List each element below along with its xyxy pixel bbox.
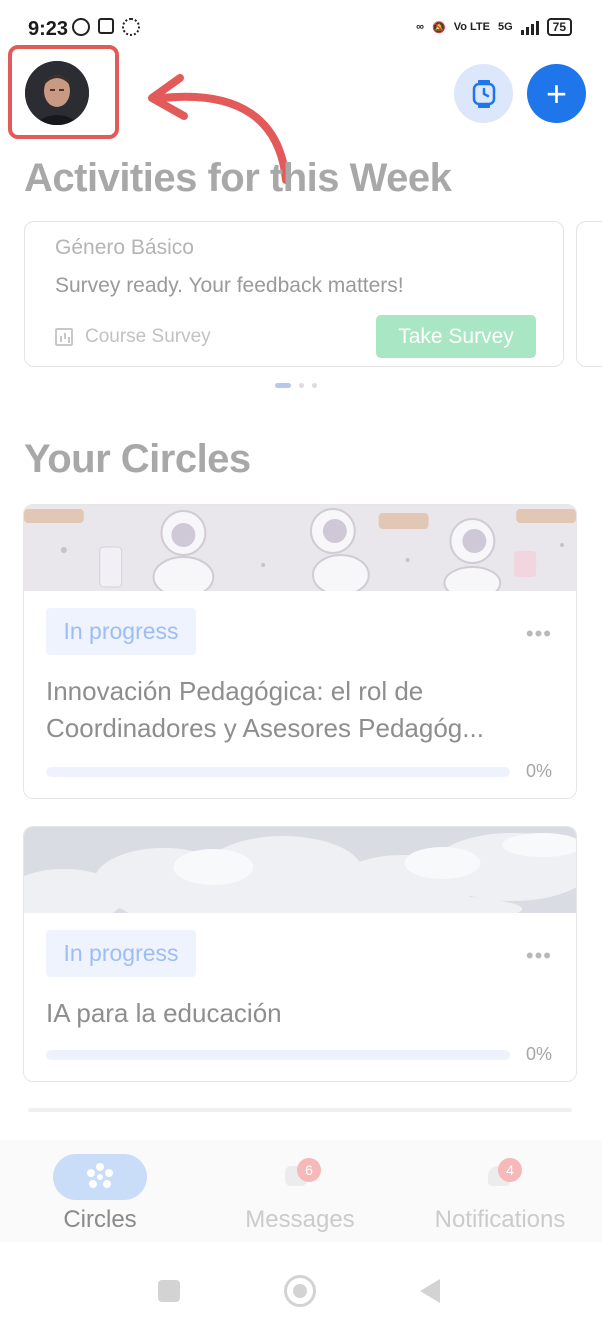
activity-type-label: Course Survey xyxy=(85,326,211,347)
activity-type: Course Survey xyxy=(55,326,211,348)
volte-label: Vo LTE xyxy=(453,21,490,33)
activities-title: Activities for this Week xyxy=(24,156,452,200)
stopwatch-icon xyxy=(472,79,495,108)
nav-label: Notifications xyxy=(434,1206,566,1233)
circles-icon xyxy=(87,1163,113,1188)
circle-card-peek xyxy=(28,1108,572,1112)
messages-badge: 6 xyxy=(297,1158,321,1182)
signal-icon xyxy=(520,19,539,35)
circle-banner-image xyxy=(24,505,576,591)
circle-banner-image xyxy=(24,827,576,913)
circles-title: Your Circles xyxy=(24,437,251,481)
activity-message: Survey ready. Your feedback matters! xyxy=(55,274,404,297)
pager-dot[interactable] xyxy=(275,383,291,388)
more-options-icon[interactable]: ••• xyxy=(526,943,552,969)
nav-circles[interactable]: Circles xyxy=(0,1140,200,1242)
home-button[interactable] xyxy=(284,1275,316,1307)
take-survey-button[interactable]: Take Survey xyxy=(376,315,536,358)
activity-card[interactable]: Género Básico Survey ready. Your feedbac… xyxy=(24,221,564,367)
link-icon: ∞ xyxy=(416,21,424,33)
progress-percent: 0% xyxy=(525,1044,552,1064)
activity-card-next[interactable] xyxy=(576,221,602,367)
battery-indicator: 75 xyxy=(546,18,572,36)
recents-button[interactable] xyxy=(158,1280,180,1302)
status-left-icons xyxy=(72,18,140,36)
nav-notifications[interactable]: 4 Notifications xyxy=(400,1140,600,1242)
profile-avatar[interactable] xyxy=(25,61,89,125)
circle-title: IA para la educación xyxy=(46,998,282,1028)
status-time: 9:23 xyxy=(28,18,69,40)
pager-dot[interactable] xyxy=(312,383,317,388)
circle-card[interactable]: In progress ••• IA para la educación 0% xyxy=(23,826,577,1082)
mi-icon xyxy=(98,18,114,34)
alarm-icon xyxy=(72,18,90,36)
settings-icon xyxy=(122,18,140,36)
chart-icon xyxy=(55,328,73,346)
pager-dot[interactable] xyxy=(299,383,304,388)
status-badge: In progress xyxy=(46,930,196,977)
circle-title: Innovación Pedagógica: el rol de Coordin… xyxy=(46,676,484,743)
nav-label: Messages xyxy=(245,1206,355,1233)
progress-percent: 0% xyxy=(525,761,552,781)
network-label: 5G xyxy=(497,21,513,33)
mute-icon: 🔕 xyxy=(431,21,446,34)
activity-course: Género Básico xyxy=(55,236,194,259)
carousel-pager xyxy=(275,383,317,388)
bottom-navigation: Circles 6 Messages 4 Notifications xyxy=(0,1140,602,1242)
more-options-icon[interactable]: ••• xyxy=(526,621,552,647)
timer-button[interactable] xyxy=(454,64,513,123)
nav-active-pill xyxy=(53,1154,147,1200)
progress-bar xyxy=(46,767,510,777)
status-badge: In progress xyxy=(46,608,196,655)
status-right-icons: ∞ 🔕 Vo LTE 5G 75 xyxy=(416,18,572,36)
add-button[interactable]: + xyxy=(527,64,586,123)
back-button[interactable] xyxy=(420,1279,440,1303)
nav-messages[interactable]: 6 Messages xyxy=(200,1140,400,1242)
circle-card[interactable]: In progress ••• Innovación Pedagógica: e… xyxy=(23,504,577,799)
progress-bar xyxy=(46,1050,510,1060)
notifications-badge: 4 xyxy=(498,1158,522,1182)
nav-label: Circles xyxy=(63,1206,137,1233)
system-navigation-bar xyxy=(0,1242,602,1336)
